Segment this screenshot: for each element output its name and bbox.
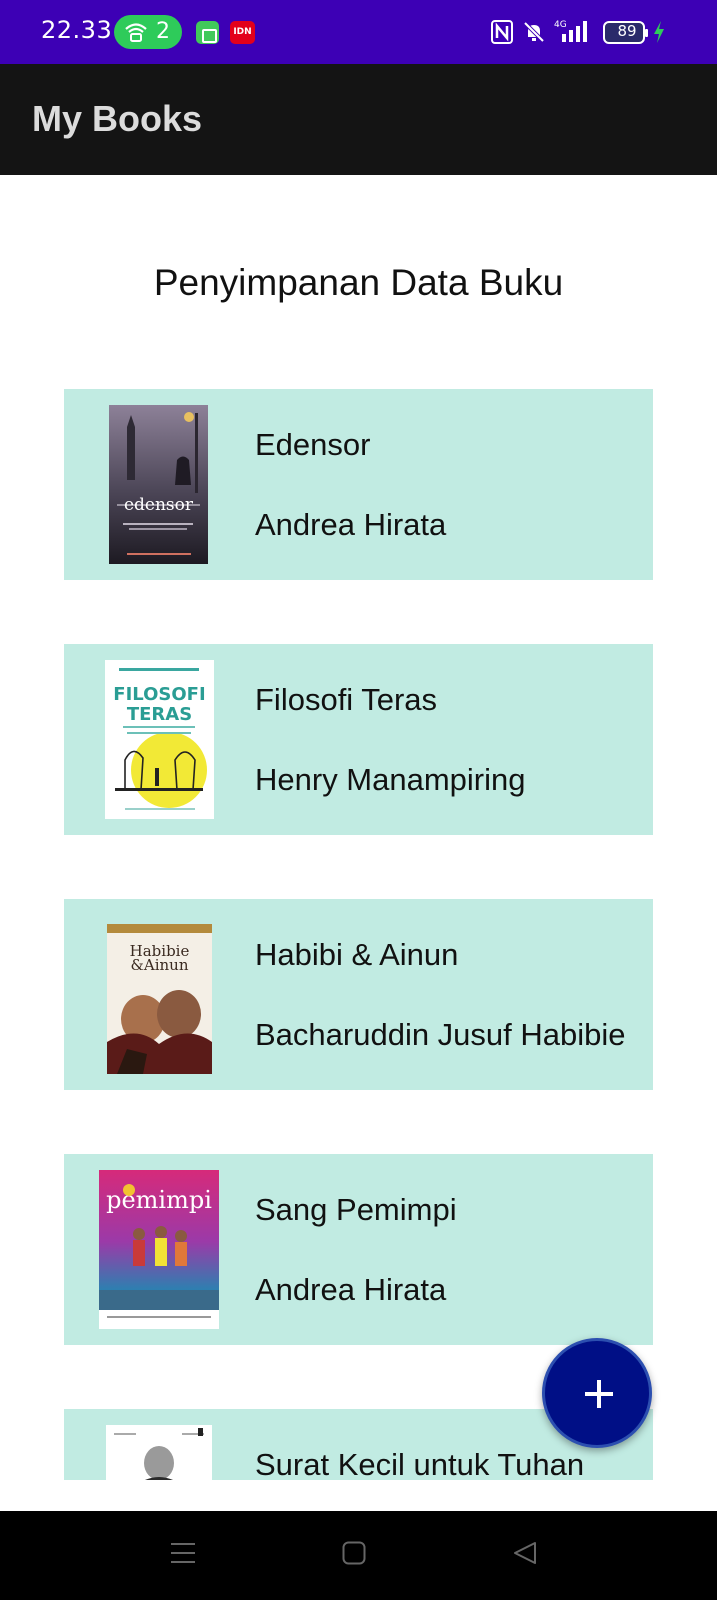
page-heading: Penyimpanan Data Buku (153, 262, 564, 303)
book-card-habibi-ainun[interactable]: Habibie &Ainun Habibi & Ainun Bacharuddi… (64, 899, 653, 1090)
book-cover-sang-pemimpi: pemimpi (99, 1170, 219, 1329)
svg-text:TERAS: TERAS (127, 704, 192, 725)
book-cover-habibi-ainun: Habibie &Ainun (107, 924, 212, 1074)
book-cover-edensor: edensor (109, 405, 208, 564)
navigation-bar (0, 1511, 717, 1600)
book-author: Bacharuddin Jusuf Habibie (255, 1017, 626, 1052)
add-book-button[interactable] (542, 1338, 652, 1448)
book-author: Andrea Hirata (255, 507, 447, 542)
svg-text:&Ainun: &Ainun (131, 956, 189, 974)
book-title: Filosofi Teras (255, 682, 438, 717)
book-list[interactable]: Penyimpanan Data Buku edensor Edensor An… (0, 0, 717, 1480)
back-icon[interactable] (512, 1540, 538, 1566)
book-card-edensor[interactable]: edensor Edensor Andrea Hirata (64, 389, 653, 580)
svg-text:pemimpi: pemimpi (106, 1186, 212, 1214)
book-cover-filosofi-teras: FILOSOFI TERAS (105, 660, 214, 819)
book-card-filosofi-teras[interactable]: FILOSOFI TERAS Filosofi Teras Henry Mana… (64, 644, 653, 835)
book-title: Edensor (255, 427, 371, 462)
book-cover-surat-kecil (106, 1425, 212, 1480)
book-title: Habibi & Ainun (255, 937, 459, 972)
book-card-sang-pemimpi[interactable]: pemimpi Sang Pemimpi Andrea Hirata (64, 1154, 653, 1345)
svg-text:FILOSOFI: FILOSOFI (113, 684, 205, 705)
home-icon[interactable] (342, 1541, 366, 1565)
book-title: Surat Kecil untuk Tuhan (255, 1447, 585, 1480)
svg-text:edensor: edensor (124, 495, 194, 515)
book-author: Andrea Hirata (255, 1272, 447, 1307)
book-title: Sang Pemimpi (255, 1192, 457, 1227)
menu-icon[interactable] (170, 1540, 196, 1566)
book-author: Henry Manampiring (255, 762, 526, 797)
